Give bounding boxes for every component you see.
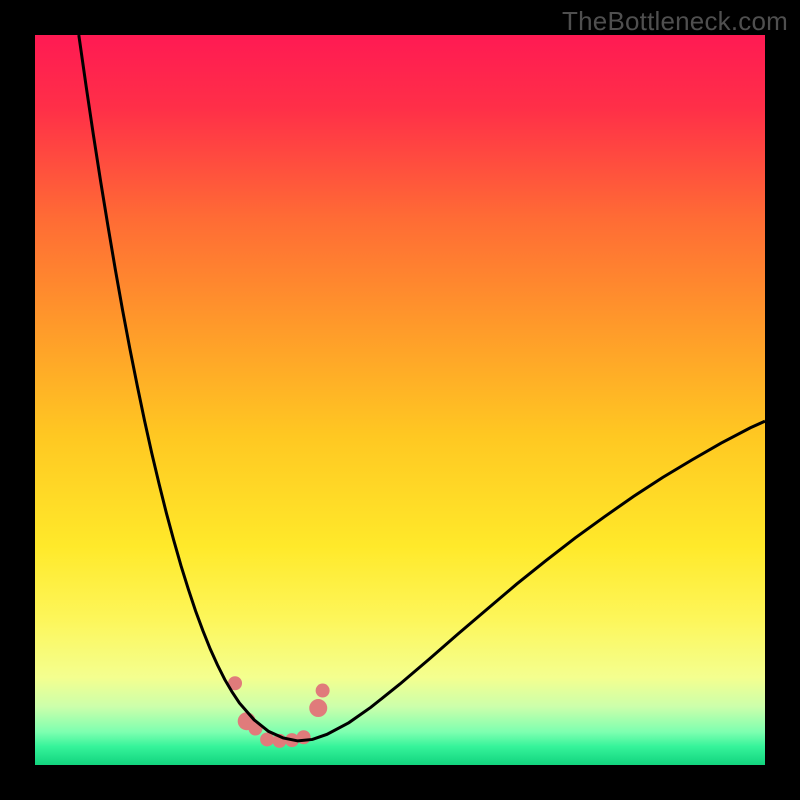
bottleneck-curve bbox=[79, 35, 765, 741]
chart-frame: TheBottleneck.com bbox=[0, 0, 800, 800]
plot-area bbox=[35, 35, 765, 765]
data-marker bbox=[316, 684, 330, 698]
curve-layer bbox=[35, 35, 765, 765]
watermark-text: TheBottleneck.com bbox=[562, 6, 788, 37]
data-marker bbox=[309, 699, 327, 717]
